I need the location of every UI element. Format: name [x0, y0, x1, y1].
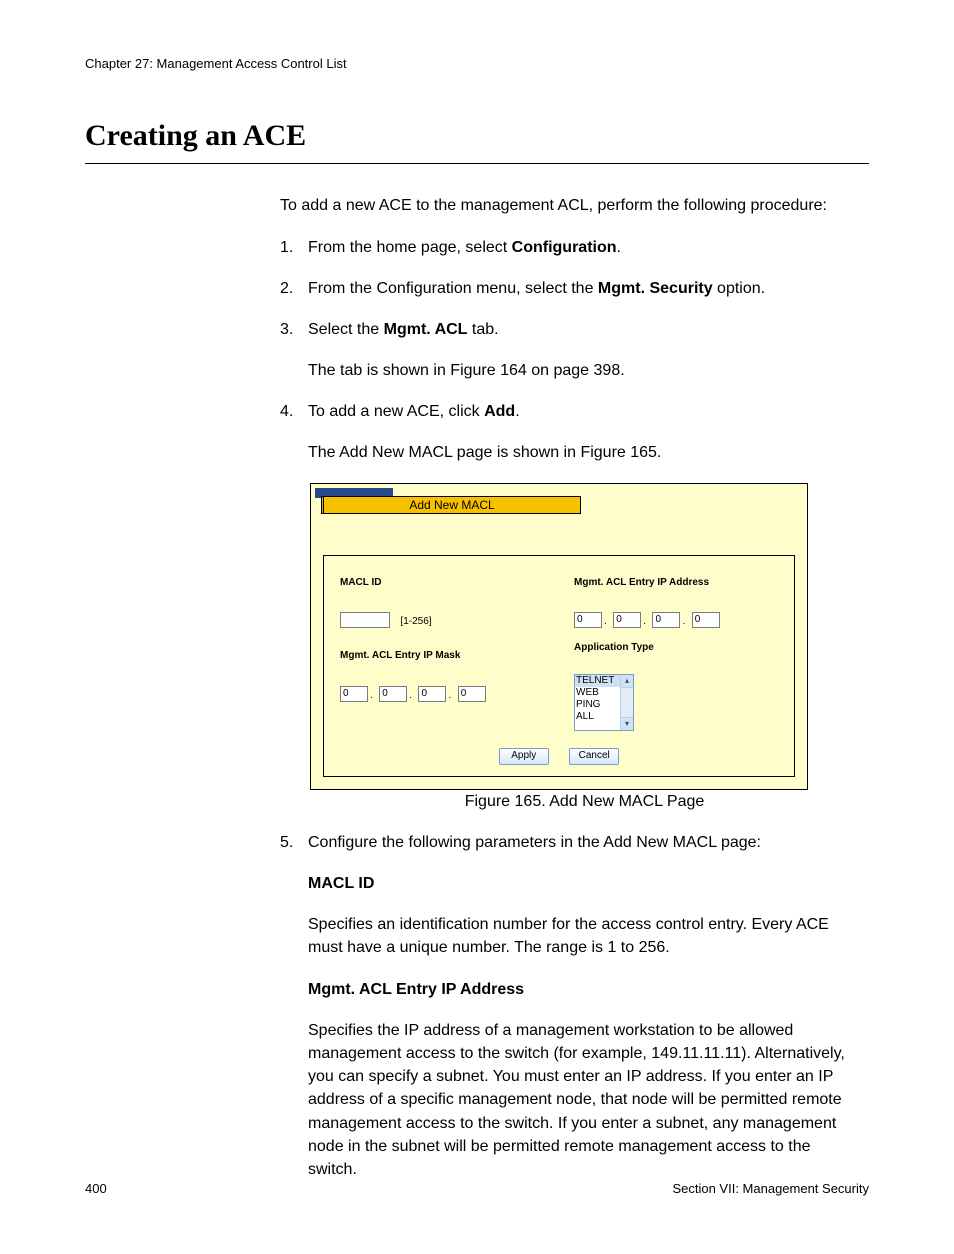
addr-octet-2[interactable]: 0	[613, 612, 641, 628]
step-number: 5.	[280, 831, 308, 854]
mask-octet-2[interactable]: 0	[379, 686, 407, 702]
add-new-macl-panel: Add New MACL MACL ID [1-256] Mgmt. ACL E…	[310, 483, 808, 790]
section-label: Section VII: Management Security	[672, 1180, 869, 1199]
page-title: Creating an ACE	[85, 114, 869, 158]
step-number: 2.	[280, 277, 308, 300]
step-text: Configure the following parameters in th…	[308, 831, 859, 854]
macl-id-label: MACL ID	[340, 576, 560, 591]
addr-octet-4[interactable]: 0	[692, 612, 720, 628]
step-text: From the home page, select Configuration…	[308, 236, 859, 259]
ip-mask-label: Mgmt. ACL Entry IP Mask	[340, 649, 560, 664]
param-ip-address-title: Mgmt. ACL Entry IP Address	[308, 978, 859, 1001]
listbox-scrollbar[interactable]: ▴ ▾	[620, 675, 633, 730]
mask-octet-4[interactable]: 0	[458, 686, 486, 702]
page-number: 400	[85, 1180, 107, 1199]
panel-tab-title: Add New MACL	[323, 496, 581, 514]
application-type-label: Application Type	[574, 641, 784, 656]
step-number: 3.	[280, 318, 308, 382]
mask-octet-3[interactable]: 0	[418, 686, 446, 702]
addr-octet-1[interactable]: 0	[574, 612, 602, 628]
scroll-up-icon[interactable]: ▴	[621, 675, 633, 688]
addr-octet-3[interactable]: 0	[652, 612, 680, 628]
figure-165: Add New MACL MACL ID [1-256] Mgmt. ACL E…	[280, 483, 859, 813]
param-ip-address-body: Specifies the IP address of a management…	[308, 1019, 859, 1181]
mask-octet-1[interactable]: 0	[340, 686, 368, 702]
intro-text: To add a new ACE to the management ACL, …	[280, 194, 859, 217]
title-rule	[85, 163, 869, 164]
apply-button[interactable]: Apply	[499, 748, 549, 765]
step-number: 4.	[280, 400, 308, 464]
scroll-down-icon[interactable]: ▾	[621, 717, 633, 730]
step-text: From the Configuration menu, select the …	[308, 277, 859, 300]
cancel-button[interactable]: Cancel	[569, 748, 619, 765]
param-macl-id-body: Specifies an identification number for t…	[308, 913, 859, 959]
param-macl-id-title: MACL ID	[308, 872, 859, 895]
step-number: 1.	[280, 236, 308, 259]
macl-id-input[interactable]	[340, 612, 390, 628]
chapter-header: Chapter 27: Management Access Control Li…	[85, 55, 869, 74]
step-subtext: The tab is shown in Figure 164 on page 3…	[308, 359, 859, 382]
application-type-listbox[interactable]: TELNET WEB PING ALL ▴ ▾	[574, 674, 634, 731]
figure-caption: Figure 165. Add New MACL Page	[310, 790, 859, 813]
step-text: To add a new ACE, click Add. The Add New…	[308, 400, 859, 464]
macl-id-hint: [1-256]	[400, 616, 431, 627]
step-text: Select the Mgmt. ACL tab. The tab is sho…	[308, 318, 859, 382]
ip-address-label: Mgmt. ACL Entry IP Address	[574, 576, 784, 591]
step-subtext: The Add New MACL page is shown in Figure…	[308, 441, 859, 464]
